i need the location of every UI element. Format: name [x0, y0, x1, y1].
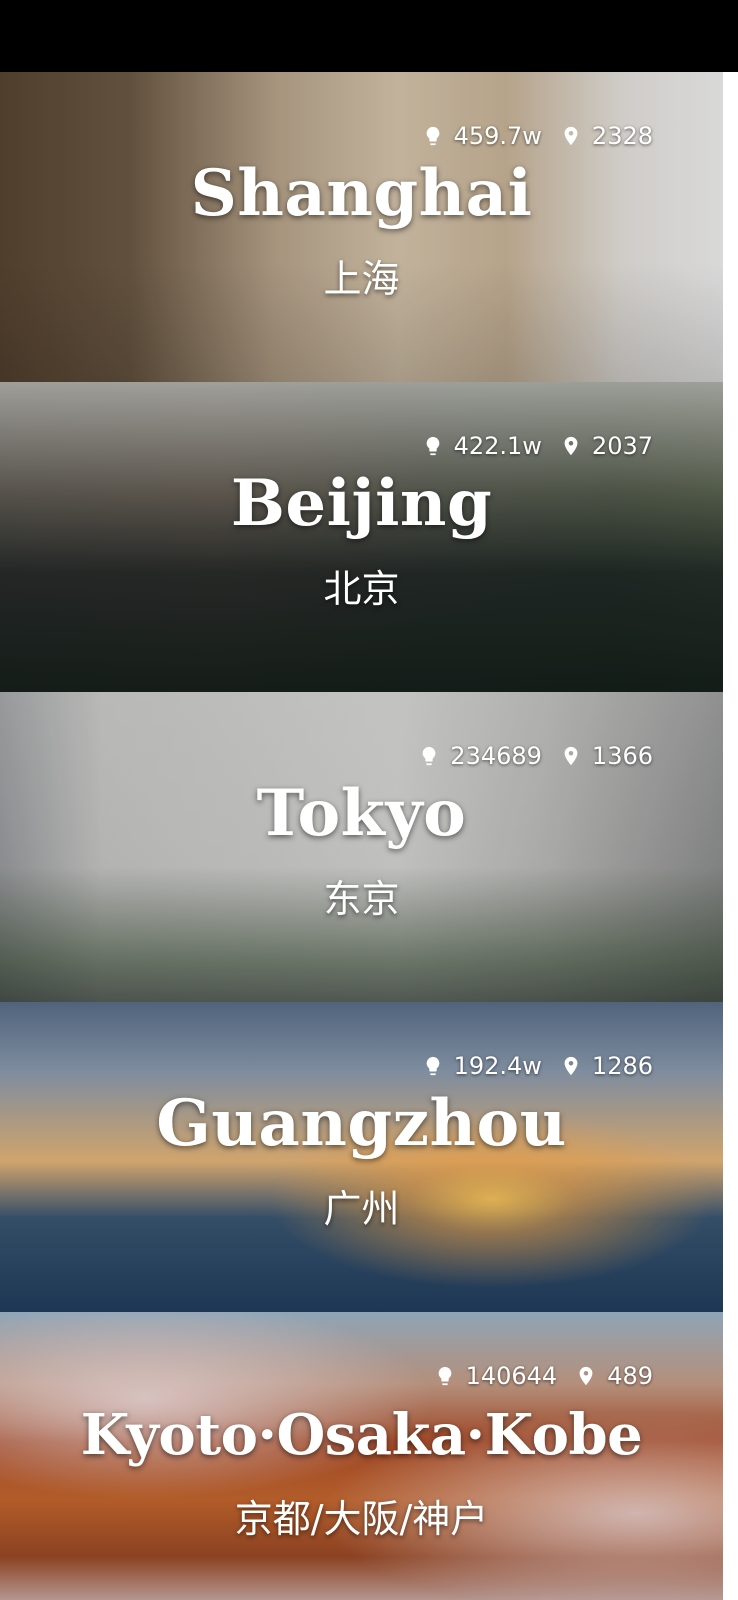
- city-name: Beijing: [230, 466, 493, 541]
- bulb-icon: [418, 745, 440, 767]
- stat-views-value: 234689: [450, 742, 542, 770]
- city-local-name: 北京: [323, 567, 400, 611]
- city-card-beijing[interactable]: 422.1w 2037 Beijing 北京: [0, 382, 723, 700]
- city-list: 459.7w 2328 Shanghai 上海 422.1w 2037 Beij…: [0, 72, 723, 1600]
- city-card-tokyo[interactable]: 234689 1366 Tokyo 东京: [0, 692, 723, 1010]
- city-local-name: 东京: [323, 877, 400, 921]
- stat-places-value: 489: [607, 1362, 653, 1390]
- stat-places-value: 2328: [591, 122, 653, 150]
- city-stats: 140644 489: [434, 1362, 653, 1390]
- stat-views-value: 140644: [465, 1362, 558, 1390]
- stat-views: 140644: [434, 1362, 558, 1390]
- stat-views-value: 422.1w: [453, 432, 542, 460]
- city-name: Kyoto·Osaka·Kobe: [80, 1402, 643, 1468]
- location-pin-icon: [560, 125, 582, 147]
- location-pin-icon: [575, 1365, 597, 1387]
- city-local-name: 广州: [323, 1187, 400, 1231]
- stat-views-value: 459.7w: [453, 122, 542, 150]
- city-card-guangzhou[interactable]: 192.4w 1286 Guangzhou 广州: [0, 1002, 723, 1320]
- location-pin-icon: [560, 435, 582, 457]
- city-card-kyoto-osaka-kobe[interactable]: 140644 489 Kyoto·Osaka·Kobe 京都/大阪/神户: [0, 1312, 723, 1600]
- stat-views: 192.4w: [422, 1052, 542, 1080]
- stat-places: 2328: [560, 122, 653, 150]
- stat-views-value: 192.4w: [453, 1052, 542, 1080]
- city-name: Tokyo: [256, 776, 467, 851]
- city-name: Guangzhou: [156, 1086, 567, 1161]
- city-local-name: 上海: [323, 257, 400, 301]
- bulb-icon: [434, 1365, 456, 1387]
- status-bar: [0, 0, 738, 72]
- city-stats: 422.1w 2037: [422, 432, 653, 460]
- stat-views: 422.1w: [422, 432, 542, 460]
- stat-places: 2037: [560, 432, 653, 460]
- city-stats: 234689 1366: [418, 742, 653, 770]
- city-local-name: 京都/大阪/神户: [234, 1497, 489, 1541]
- city-card-shanghai[interactable]: 459.7w 2328 Shanghai 上海: [0, 72, 723, 390]
- bulb-icon: [422, 1055, 444, 1077]
- bulb-icon: [422, 435, 444, 457]
- stat-places: 1366: [560, 742, 653, 770]
- stat-places-value: 1286: [591, 1052, 653, 1080]
- stat-views: 459.7w: [422, 122, 542, 150]
- stat-places: 1286: [560, 1052, 653, 1080]
- city-stats: 459.7w 2328: [422, 122, 653, 150]
- bulb-icon: [422, 125, 444, 147]
- city-name: Shanghai: [190, 156, 533, 231]
- city-stats: 192.4w 1286: [422, 1052, 653, 1080]
- location-pin-icon: [560, 745, 582, 767]
- location-pin-icon: [560, 1055, 582, 1077]
- scroll-gutter: [723, 72, 738, 1600]
- stat-places: 489: [575, 1362, 653, 1390]
- stat-views: 234689: [418, 742, 542, 770]
- stat-places-value: 2037: [591, 432, 653, 460]
- stat-places-value: 1366: [591, 742, 653, 770]
